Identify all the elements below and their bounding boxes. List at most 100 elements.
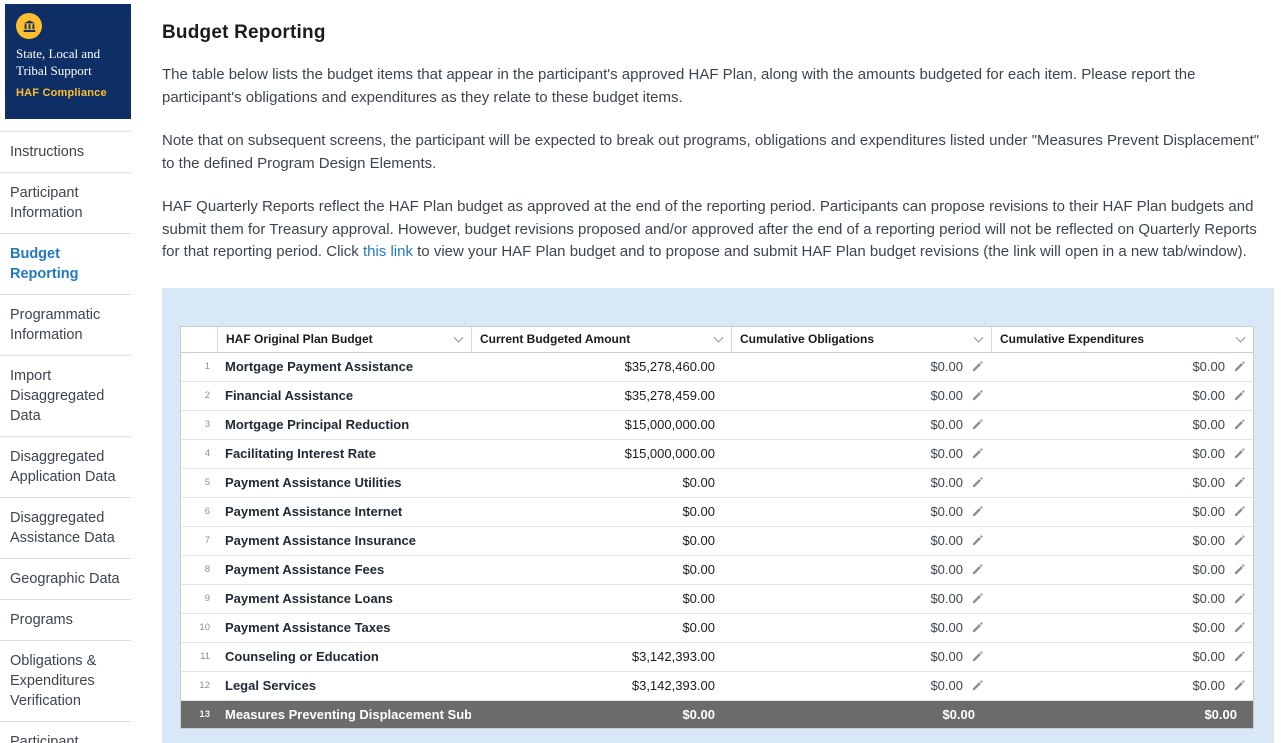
cumulative-expenditures-cell: $0.00 xyxy=(991,388,1253,403)
table-row: 2 Financial Assistance $35,278,459.00 $0… xyxy=(181,382,1253,411)
column-header-haf-original-plan-budget[interactable]: HAF Original Plan Budget xyxy=(217,327,471,352)
obligations-value: $0.00 xyxy=(930,620,963,635)
pencil-icon xyxy=(971,419,983,431)
edit-obligations-button[interactable] xyxy=(970,592,983,605)
cumulative-obligations-cell: $0.00 xyxy=(731,678,991,693)
edit-expenditures-button[interactable] xyxy=(1232,679,1245,692)
current-budgeted-amount: $15,000,000.00 xyxy=(471,417,731,432)
sidebar-item-programmatic-information[interactable]: Programmatic Information xyxy=(0,294,131,355)
edit-expenditures-button[interactable] xyxy=(1232,505,1245,518)
sidebar-item-disaggregated-assistance-data[interactable]: Disaggregated Assistance Data xyxy=(0,497,131,558)
table-row: 12 Legal Services $3,142,393.00 $0.00 $0… xyxy=(181,672,1253,701)
edit-expenditures-button[interactable] xyxy=(1232,563,1245,576)
cumulative-expenditures-cell: $0.00 xyxy=(991,620,1253,635)
edit-obligations-button[interactable] xyxy=(970,418,983,431)
chevron-down-icon[interactable] xyxy=(1236,333,1246,343)
edit-obligations-button[interactable] xyxy=(970,650,983,663)
obligations-value: $0.00 xyxy=(930,359,963,374)
edit-obligations-button[interactable] xyxy=(970,505,983,518)
sidebar-item-disaggregated-application-data[interactable]: Disaggregated Application Data xyxy=(0,436,131,497)
obligations-value: $0.00 xyxy=(930,562,963,577)
cumulative-expenditures-cell: $0.00 xyxy=(991,678,1253,693)
expenditures-value: $0.00 xyxy=(1192,649,1225,664)
chevron-down-icon[interactable] xyxy=(714,333,724,343)
edit-obligations-button[interactable] xyxy=(970,621,983,634)
budget-table: HAF Original Plan Budget Current Budgete… xyxy=(180,326,1254,729)
column-header-current-budgeted-amount[interactable]: Current Budgeted Amount xyxy=(471,327,731,352)
expenditures-value: $0.00 xyxy=(1192,388,1225,403)
chevron-down-icon[interactable] xyxy=(974,333,984,343)
sidebar-item-obligations-expenditures-verification[interactable]: Obligations & Expenditures Verification xyxy=(0,640,131,721)
sidebar-item-import-disaggregated-data[interactable]: Import Disaggregated Data xyxy=(0,355,131,436)
budget-item-name: Counseling or Education xyxy=(217,649,471,664)
row-number: 3 xyxy=(181,419,217,430)
edit-expenditures-button[interactable] xyxy=(1232,476,1245,489)
cumulative-obligations-cell: $0.00 xyxy=(731,591,991,606)
edit-obligations-button[interactable] xyxy=(970,679,983,692)
sidebar-item-instructions[interactable]: Instructions xyxy=(0,131,131,172)
pencil-icon xyxy=(971,564,983,576)
expenditures-value: $0.00 xyxy=(1192,591,1225,606)
main-content: Budget Reporting The table below lists t… xyxy=(131,0,1281,743)
cumulative-expenditures-cell: $0.00 xyxy=(991,446,1253,461)
edit-obligations-button[interactable] xyxy=(970,389,983,402)
pencil-icon xyxy=(971,622,983,634)
note-paragraph: Note that on subsequent screens, the par… xyxy=(162,130,1274,175)
budget-item-name: Payment Assistance Insurance xyxy=(217,533,471,548)
column-header-cumulative-expenditures[interactable]: Cumulative Expenditures xyxy=(991,327,1253,352)
table-row: 1 Mortgage Payment Assistance $35,278,46… xyxy=(181,353,1253,382)
pencil-icon xyxy=(971,651,983,663)
current-budgeted-amount: $0.00 xyxy=(471,504,731,519)
edit-obligations-button[interactable] xyxy=(970,476,983,489)
current-budgeted-amount: $35,278,460.00 xyxy=(471,359,731,374)
edit-expenditures-button[interactable] xyxy=(1232,418,1245,431)
current-budgeted-amount: $3,142,393.00 xyxy=(471,649,731,664)
edit-expenditures-button[interactable] xyxy=(1232,592,1245,605)
column-header-cumulative-obligations[interactable]: Cumulative Obligations xyxy=(731,327,991,352)
edit-expenditures-button[interactable] xyxy=(1232,621,1245,634)
org-name: State, Local and Tribal Support xyxy=(16,46,121,80)
obligations-value: $0.00 xyxy=(930,388,963,403)
column-header-label: Cumulative Expenditures xyxy=(1000,332,1144,346)
budget-item-name: Payment Assistance Fees xyxy=(217,562,471,577)
paragraph-text: to view your HAF Plan budget and to prop… xyxy=(413,243,1247,260)
expenditures-value: $0.00 xyxy=(1192,504,1225,519)
edit-expenditures-button[interactable] xyxy=(1232,360,1245,373)
haf-plan-budget-link[interactable]: this link xyxy=(363,243,413,260)
expenditures-value: $0.00 xyxy=(1192,620,1225,635)
edit-obligations-button[interactable] xyxy=(970,360,983,373)
pencil-icon xyxy=(1233,448,1245,460)
cumulative-expenditures-cell: $0.00 xyxy=(991,417,1253,432)
pencil-icon xyxy=(1233,535,1245,547)
chevron-down-icon[interactable] xyxy=(454,333,464,343)
treasury-seal-icon xyxy=(16,13,42,39)
edit-expenditures-button[interactable] xyxy=(1232,534,1245,547)
pencil-icon xyxy=(1233,680,1245,692)
cumulative-expenditures-cell: $0.00 xyxy=(991,562,1253,577)
edit-expenditures-button[interactable] xyxy=(1232,389,1245,402)
obligations-value: $0.00 xyxy=(930,475,963,490)
budget-item-name: Payment Assistance Internet xyxy=(217,504,471,519)
budget-item-name: Measures Preventing Displacement Subtota… xyxy=(217,707,471,722)
sidebar: State, Local and Tribal Support HAF Comp… xyxy=(0,0,131,743)
sidebar-item-programs[interactable]: Programs xyxy=(0,599,131,640)
current-budgeted-amount: $0.00 xyxy=(471,707,731,722)
column-header-label: Cumulative Obligations xyxy=(740,332,874,346)
sidebar-item-budget-reporting[interactable]: Budget Reporting xyxy=(0,233,131,294)
current-budgeted-amount: $0.00 xyxy=(471,475,731,490)
edit-obligations-button[interactable] xyxy=(970,534,983,547)
sidebar-item-participant-information[interactable]: Participant Information xyxy=(0,172,131,233)
row-number: 8 xyxy=(181,564,217,575)
edit-expenditures-button[interactable] xyxy=(1232,650,1245,663)
sidebar-item-geographic-data[interactable]: Geographic Data xyxy=(0,558,131,599)
edit-obligations-button[interactable] xyxy=(970,563,983,576)
pencil-icon xyxy=(1233,564,1245,576)
edit-obligations-button[interactable] xyxy=(970,447,983,460)
budget-item-name: Mortgage Payment Assistance xyxy=(217,359,471,374)
edit-expenditures-button[interactable] xyxy=(1232,447,1245,460)
pencil-icon xyxy=(1233,477,1245,489)
pencil-icon xyxy=(1233,622,1245,634)
sidebar-item-participant[interactable]: Participant xyxy=(0,721,131,743)
obligations-value: $0.00 xyxy=(930,678,963,693)
table-row: 7 Payment Assistance Insurance $0.00 $0.… xyxy=(181,527,1253,556)
